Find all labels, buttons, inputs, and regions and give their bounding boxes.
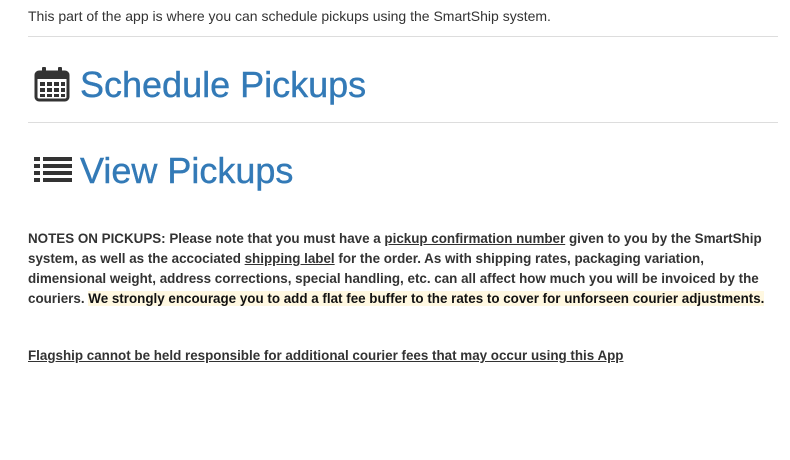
notes-text: NOTES ON PICKUPS: Please note that you m… (28, 231, 385, 246)
calendar-icon (34, 66, 72, 104)
schedule-pickups-link[interactable]: Schedule Pickups (34, 66, 366, 104)
notes-highlight: We strongly encourage you to add a flat … (88, 291, 765, 306)
view-pickups-title: View Pickups (80, 150, 294, 191)
schedule-pickups-title: Schedule Pickups (80, 64, 367, 105)
view-pickups-link[interactable]: View Pickups (34, 150, 294, 191)
list-icon (34, 152, 72, 190)
divider (28, 122, 778, 123)
disclaimer-text[interactable]: Flagship cannot be held responsible for … (28, 348, 623, 363)
intro-text: This part of the app is where you can sc… (28, 8, 551, 24)
shipping-label-link[interactable]: shipping label (245, 251, 335, 266)
divider (28, 36, 778, 37)
pickup-notes: NOTES ON PICKUPS: Please note that you m… (28, 229, 768, 309)
pickup-confirmation-link[interactable]: pickup confirmation number (384, 231, 565, 246)
